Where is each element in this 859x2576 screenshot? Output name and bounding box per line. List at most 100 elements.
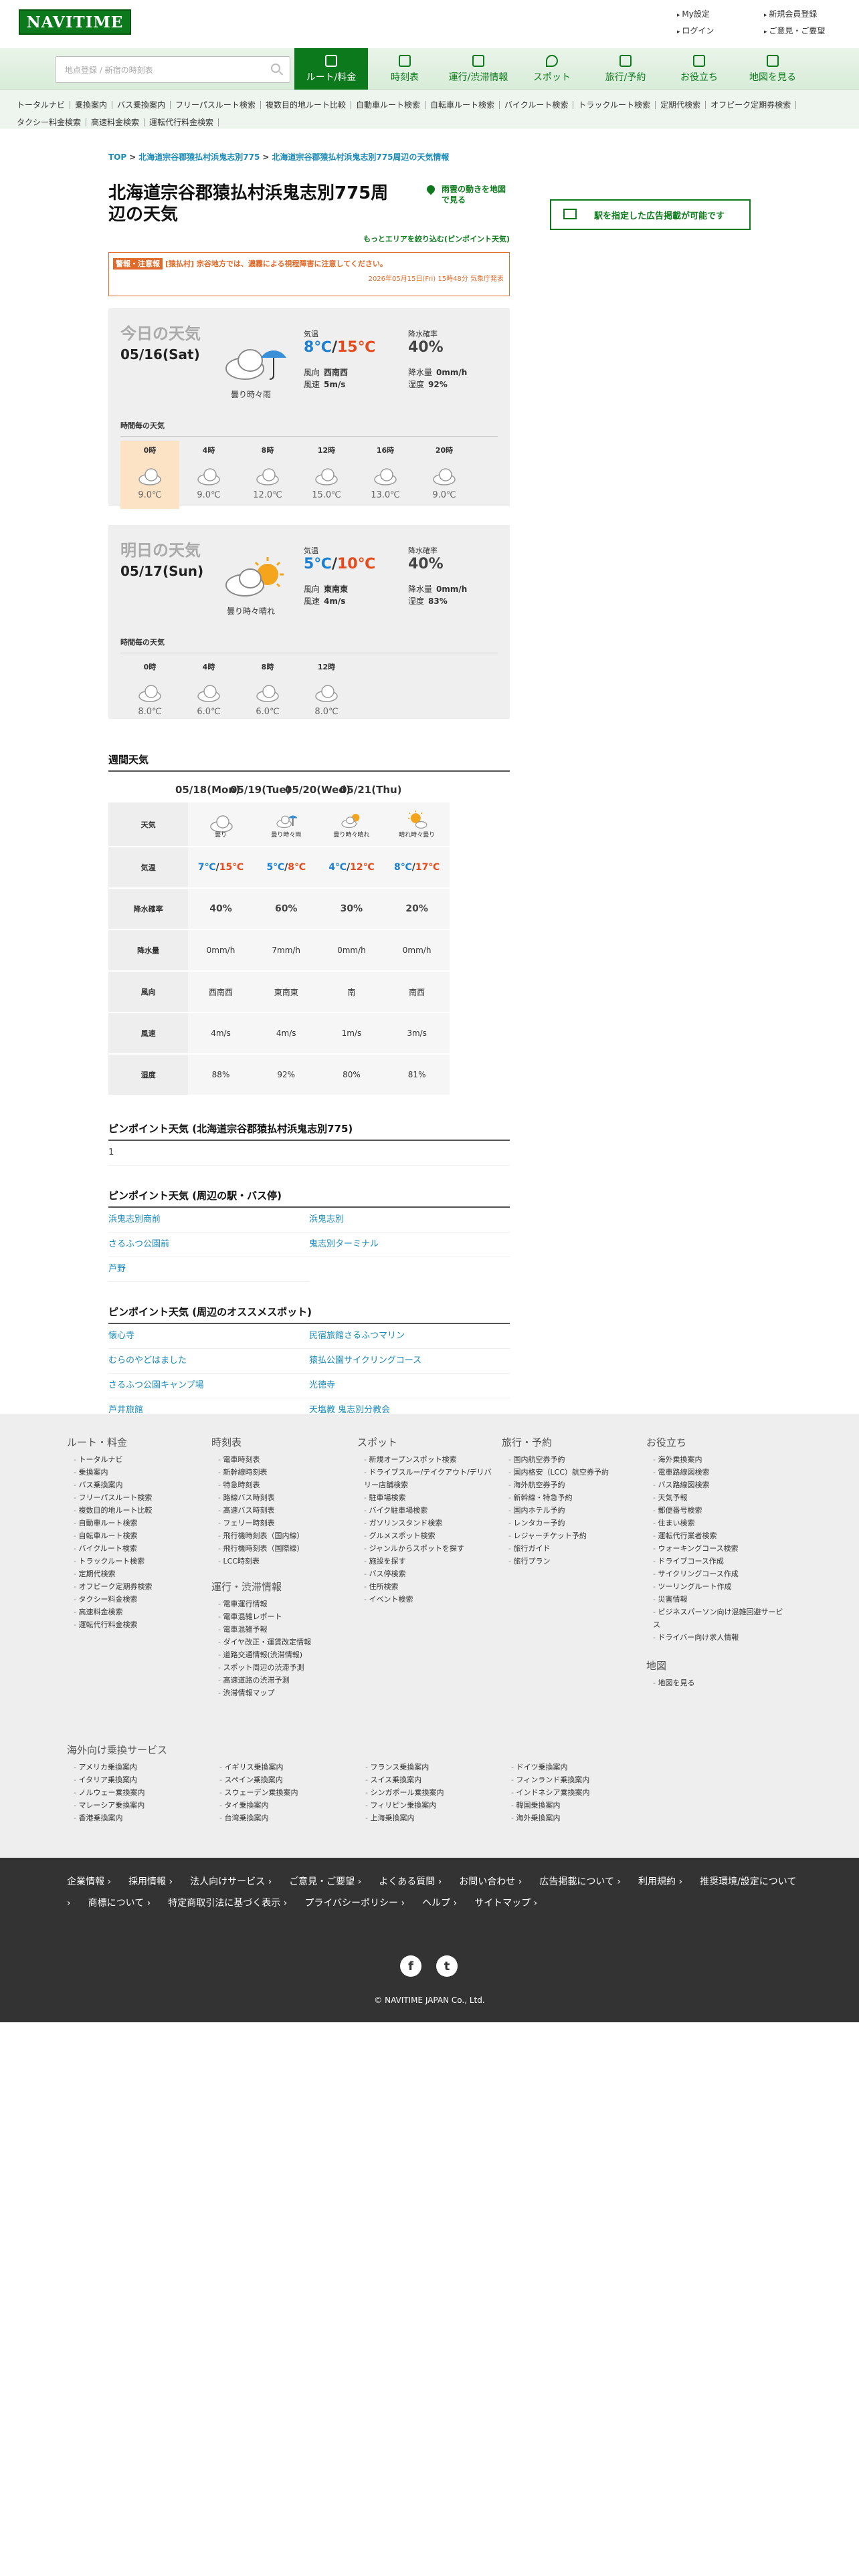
footer-link[interactable]: バス乗換案内	[67, 1479, 207, 1491]
footer-link[interactable]: 複数目的地ルート比較	[67, 1504, 207, 1517]
nav-travel[interactable]: 旅行/予約	[589, 48, 662, 90]
footer-link[interactable]: 海外乗換案内	[504, 1812, 650, 1824]
footer-column-heading[interactable]: スポット	[357, 1436, 498, 1449]
footer-bar-link[interactable]: 法人向けサービス	[190, 1876, 272, 1887]
subnav-item[interactable]: 自動車ルート検索	[351, 101, 425, 109]
footer-link[interactable]: スペイン乗換案内	[213, 1774, 359, 1786]
footer-link[interactable]: 台湾乗換案内	[213, 1812, 359, 1824]
login-link[interactable]: ログイン	[677, 25, 764, 36]
footer-bar-link[interactable]: ご意見・ご要望	[289, 1876, 361, 1887]
footer-link[interactable]: サイクリングコース作成	[646, 1568, 787, 1580]
nav-spot[interactable]: スポット	[515, 48, 589, 90]
breadcrumb-top[interactable]: TOP	[108, 152, 126, 162]
footer-link[interactable]: 電車混雑予報	[211, 1623, 352, 1636]
footer-link[interactable]: フェリー時刻表	[211, 1517, 352, 1529]
footer-link[interactable]: グルメスポット検索	[357, 1529, 498, 1542]
footer-link[interactable]: 駐車場検索	[357, 1491, 498, 1504]
footer-link[interactable]: インドネシア乗換案内	[504, 1786, 650, 1799]
footer-column-heading[interactable]: 地図	[646, 1660, 787, 1673]
pinpoint-link[interactable]: さるふつ公園前	[108, 1232, 309, 1257]
pinpoint-link[interactable]: 鬼志別ターミナル	[309, 1232, 510, 1257]
footer-link[interactable]: 高速道路の渋滞予測	[211, 1674, 352, 1687]
footer-link[interactable]: ノルウェー乗換案内	[67, 1786, 213, 1799]
footer-link[interactable]: オフピーク定期券検索	[67, 1580, 207, 1593]
pinpoint-link[interactable]: 懐心寺	[108, 1324, 309, 1349]
footer-link[interactable]: ドライバー向け求人情報	[646, 1631, 787, 1644]
footer-link[interactable]: イベント検索	[357, 1593, 498, 1606]
footer-link[interactable]: 住まい検索	[646, 1517, 787, 1529]
footer-link[interactable]: アメリカ乗換案内	[67, 1761, 213, 1774]
subnav-item[interactable]: オフピーク定期券検索	[706, 101, 797, 109]
footer-link[interactable]: 飛行機時刻表（国際線）	[211, 1542, 352, 1555]
footer-link[interactable]: 電車時刻表	[211, 1453, 352, 1466]
footer-link[interactable]: 災害情報	[646, 1593, 787, 1606]
station-ad-button[interactable]: 駅を指定した広告掲載が可能です	[550, 199, 751, 230]
footer-link[interactable]: 香港乗換案内	[67, 1812, 213, 1824]
footer-column-heading[interactable]: 運行・渋滞情報	[211, 1581, 352, 1594]
footer-link[interactable]: シンガポール乗換案内	[359, 1786, 504, 1799]
pinpoint-link[interactable]: 光徳寺	[309, 1374, 510, 1398]
footer-link[interactable]: 天気予報	[646, 1491, 787, 1504]
search-input[interactable]: 地点登録 / 新宿の時刻表	[55, 56, 290, 83]
footer-link[interactable]: ガソリンスタンド検索	[357, 1517, 498, 1529]
footer-link[interactable]: 電車運行情報	[211, 1598, 352, 1610]
footer-bar-link[interactable]: ヘルプ	[422, 1898, 457, 1909]
pinpoint-link[interactable]: 芦野	[108, 1257, 309, 1282]
breadcrumb-current[interactable]: 北海道宗谷郡猿払村浜鬼志別775周辺の天気情報	[272, 152, 449, 162]
footer-column-heading[interactable]: ルート・料金	[67, 1436, 207, 1449]
footer-link[interactable]: 国内航空券予約	[502, 1453, 642, 1466]
footer-link[interactable]: レジャーチケット予約	[502, 1529, 642, 1542]
footer-link[interactable]: 新幹線・特急予約	[502, 1491, 642, 1504]
footer-column-heading[interactable]: 時刻表	[211, 1436, 352, 1449]
footer-column-heading[interactable]: 旅行・予約	[502, 1436, 642, 1449]
subnav-item[interactable]: フリーパスルート検索	[171, 101, 261, 109]
footer-link[interactable]: ジャンルからスポットを探す	[357, 1542, 498, 1555]
subnav-item[interactable]: トラックルート検索	[573, 101, 656, 109]
breadcrumb-address[interactable]: 北海道宗谷郡猿払村浜鬼志別775	[138, 152, 260, 162]
footer-link[interactable]: タイ乗換案内	[213, 1799, 359, 1812]
subnav-item[interactable]: 自転車ルート検索	[425, 101, 500, 109]
footer-link[interactable]: 海外乗換案内	[646, 1453, 787, 1466]
footer-link[interactable]: 電車混雑レポート	[211, 1610, 352, 1623]
footer-link[interactable]: バス停検索	[357, 1568, 498, 1580]
footer-link[interactable]: マレーシア乗換案内	[67, 1799, 213, 1812]
footer-bar-link[interactable]: よくある質問	[379, 1876, 442, 1887]
subnav-item[interactable]: 定期代検索	[656, 101, 706, 109]
footer-column-heading[interactable]: お役立ち	[646, 1436, 787, 1449]
footer-bar-link[interactable]: 広告掲載について	[539, 1876, 621, 1887]
footer-link[interactable]: 高速料金検索	[67, 1606, 207, 1618]
register-link[interactable]: 新規会員登録	[764, 8, 851, 19]
footer-bar-link[interactable]: 商標について	[88, 1898, 151, 1909]
footer-link[interactable]: バス路線図検索	[646, 1479, 787, 1491]
footer-link[interactable]: 施設を探す	[357, 1555, 498, 1568]
pinpoint-link[interactable]: 猿払公園サイクリングコース	[309, 1349, 510, 1374]
footer-link[interactable]: 旅行プラン	[502, 1555, 642, 1568]
footer-link[interactable]: ウォーキングコース検索	[646, 1542, 787, 1555]
footer-link[interactable]: 電車路線図検索	[646, 1466, 787, 1479]
pinpoint-link[interactable]: 浜鬼志別商前	[108, 1208, 309, 1232]
footer-link[interactable]: ツーリングルート作成	[646, 1580, 787, 1593]
footer-link[interactable]: スウェーデン乗換案内	[213, 1786, 359, 1799]
footer-link[interactable]: ドライブコース作成	[646, 1555, 787, 1568]
footer-link[interactable]: トラックルート検索	[67, 1555, 207, 1568]
footer-link[interactable]: 住所検索	[357, 1580, 498, 1593]
footer-link[interactable]: 地図を見る	[646, 1677, 787, 1689]
footer-link[interactable]: フリーパスルート検索	[67, 1491, 207, 1504]
footer-link[interactable]: 路線バス時刻表	[211, 1491, 352, 1504]
footer-bar-link[interactable]: 企業情報	[67, 1876, 111, 1887]
footer-column-heading[interactable]: 海外向け乗換サービス	[67, 1744, 656, 1757]
footer-link[interactable]: イタリア乗換案内	[67, 1774, 213, 1786]
twitter-icon[interactable]: t	[436, 1955, 458, 1977]
pinpoint-link[interactable]: 浜鬼志別	[309, 1208, 510, 1232]
footer-link[interactable]: 郵便番号検索	[646, 1504, 787, 1517]
my-settings-link[interactable]: My設定	[677, 8, 764, 19]
footer-link[interactable]: ダイヤ改正・運賃改定情報	[211, 1636, 352, 1648]
footer-link[interactable]: 国内ホテル予約	[502, 1504, 642, 1517]
footer-bar-link[interactable]: サイトマップ	[474, 1898, 537, 1909]
footer-link[interactable]: 韓国乗換案内	[504, 1799, 650, 1812]
footer-link[interactable]: スイス乗換案内	[359, 1774, 504, 1786]
footer-link[interactable]: フィリピン乗換案内	[359, 1799, 504, 1812]
rain-radar-link[interactable]: 雨雲の動きを地図で見る	[425, 183, 506, 205]
footer-link[interactable]: 飛行機時刻表（国内線）	[211, 1529, 352, 1542]
footer-link[interactable]: 定期代検索	[67, 1568, 207, 1580]
